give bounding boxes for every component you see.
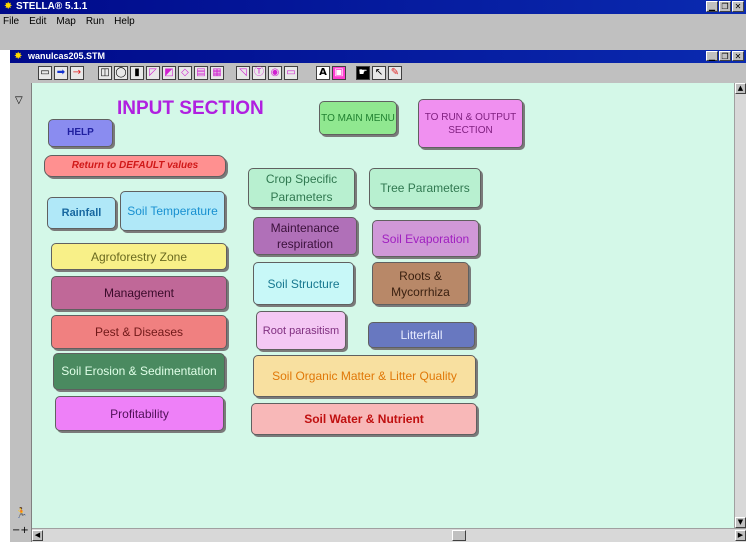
doc-close-icon[interactable]: ✕ [732, 51, 744, 61]
root-parasitism-button[interactable]: Root parasitism [256, 311, 346, 350]
input-section-heading: INPUT SECTION [117, 98, 264, 119]
rainfall-button[interactable]: Rainfall [47, 197, 116, 229]
document-icon[interactable]: ✸ [14, 51, 22, 62]
document-title-bar: ✸ wanulcas205.STM ▁ ❐ ✕ [10, 50, 746, 63]
menu-edit[interactable]: Edit [24, 15, 51, 29]
document-window-controls: ▁ ❐ ✕ [706, 51, 744, 61]
grid-tool-icon[interactable]: ▦ [210, 66, 224, 80]
zoom-control-icon[interactable]: −+ [12, 525, 29, 536]
pest-diseases-button[interactable]: Pest & Diseases [51, 315, 227, 349]
circle-tool-icon[interactable]: ◯ [114, 66, 128, 80]
to-run-output-button[interactable]: TO RUN & OUTPUT SECTION [418, 99, 523, 148]
scroll-up-arrow-icon[interactable]: ▲ [735, 83, 746, 94]
roots-mycorrhiza-button[interactable]: Roots & Mycorrhiza [372, 262, 469, 305]
horizontal-scrollbar[interactable]: ◀ ▶ [32, 528, 746, 542]
scroll-up-layer-icon[interactable]: ▽ [15, 95, 23, 106]
list-tool-icon[interactable]: ▤ [194, 66, 208, 80]
pointer-tool-icon[interactable]: ↖ [372, 66, 386, 80]
soil-evaporation-button[interactable]: Soil Evaporation [372, 220, 479, 257]
dial-tool-icon[interactable]: ◉ [268, 66, 282, 80]
tree-parameters-button[interactable]: Tree Parameters [369, 168, 481, 208]
scroll-left-arrow-icon[interactable]: ◀ [32, 530, 43, 541]
profitability-button[interactable]: Profitability [55, 396, 224, 431]
menu-run[interactable]: Run [81, 15, 109, 29]
stock-tool-icon[interactable]: ▭ [38, 66, 52, 80]
flow-tool-icon[interactable]: ➡ [54, 66, 68, 80]
scroll-right-arrow-icon[interactable]: ▶ [735, 530, 746, 541]
color-tool-icon[interactable]: ▣ [332, 66, 346, 80]
table-tool-icon[interactable]: ◩ [162, 66, 176, 80]
soil-erosion-button[interactable]: Soil Erosion & Sedimentation [53, 353, 225, 390]
soil-structure-button[interactable]: Soil Structure [253, 262, 354, 305]
graph-tool-icon[interactable]: ◸ [146, 66, 160, 80]
to-main-menu-button[interactable]: TO MAIN MENU [319, 101, 397, 135]
soil-water-nutrient-button[interactable]: Soil Water & Nutrient [251, 403, 477, 435]
minimize-icon[interactable]: ▁ [706, 1, 718, 12]
decision-tool-icon[interactable]: ▮ [130, 66, 144, 80]
app-title-bar: ✸ STELLA® 5.1.1 ▁ ❐ ✕ [0, 0, 746, 14]
scroll-down-arrow-icon[interactable]: ▼ [735, 517, 746, 528]
hand-tool-icon[interactable]: ☛ [356, 66, 370, 80]
agroforestry-zone-button[interactable]: Agroforestry Zone [51, 243, 227, 270]
maintenance-respiration-button[interactable]: Maintenance respiration [253, 217, 357, 255]
soil-temperature-button[interactable]: Soil Temperature [120, 191, 225, 231]
menu-help[interactable]: Help [109, 15, 140, 29]
button-tool-icon[interactable]: ▭ [284, 66, 298, 80]
app-title: STELLA® 5.1.1 [16, 1, 88, 12]
help-button[interactable]: HELP [48, 119, 113, 147]
runner-icon[interactable]: 🏃 [15, 508, 27, 519]
dynamite-tool-icon[interactable]: ✎ [388, 66, 402, 80]
menu-file[interactable]: File [0, 15, 24, 29]
crop-specific-parameters-button[interactable]: Crop Specific Parameters [248, 168, 355, 208]
app-window-controls: ▁ ❐ ✕ [706, 1, 744, 12]
horizontal-scroll-thumb[interactable] [452, 530, 466, 541]
doc-minimize-icon[interactable]: ▁ [706, 51, 718, 61]
stella-app-icon[interactable]: ✸ [4, 2, 14, 12]
restore-icon[interactable]: ❐ [719, 1, 731, 12]
litterfall-button[interactable]: Litterfall [368, 322, 475, 348]
left-navigation-strip: ▽ 🏃 −+ [10, 83, 32, 542]
workspace-background [0, 30, 746, 50]
menu-map[interactable]: Map [51, 15, 80, 29]
close-icon[interactable]: ✕ [732, 1, 744, 12]
text-block-icon[interactable]: Ⓣ [252, 66, 266, 80]
return-default-button[interactable]: Return to DEFAULT values [44, 155, 226, 177]
numeric-display-icon[interactable]: ◇ [178, 66, 192, 80]
doc-restore-icon[interactable]: ❐ [719, 51, 731, 61]
chart-tool-icon[interactable]: ◹ [236, 66, 250, 80]
text-tool-icon[interactable]: A [316, 66, 330, 80]
document-title: wanulcas205.STM [28, 51, 106, 61]
soil-organic-matter-button[interactable]: Soil Organic Matter & Litter Quality [253, 355, 476, 397]
connector-tool-icon[interactable]: → [70, 66, 84, 80]
vertical-scrollbar[interactable]: ▲ ▼ [734, 83, 746, 528]
converter-tool-icon[interactable]: ◫ [98, 66, 112, 80]
menu-bar: File Edit Map Run Help [0, 14, 746, 30]
map-toolbar: ▭ ➡ → ◫ ◯ ▮ ◸ ◩ ◇ ▤ ▦ ◹ Ⓣ ◉ ▭ A ▣ ☛ ↖ ✎ [10, 63, 746, 83]
management-button[interactable]: Management [51, 276, 227, 310]
